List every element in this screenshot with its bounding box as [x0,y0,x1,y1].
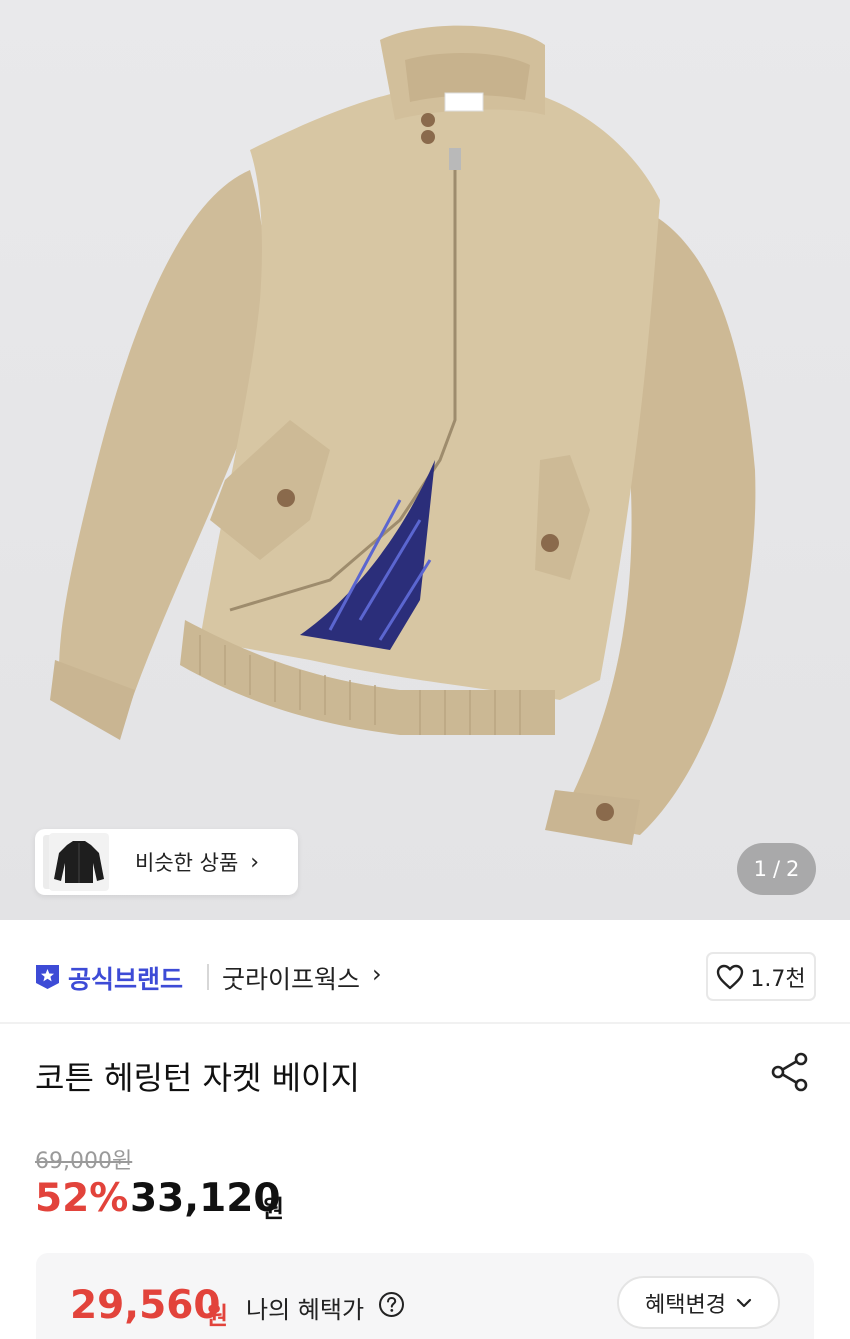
share-icon[interactable] [768,1050,812,1094]
sale-price-unit: 원 [262,1195,285,1223]
product-image [50,25,756,845]
like-count: 1.7천 [750,966,806,992]
discount-rate: 52% [35,1176,129,1221]
benefit-label: 나의 혜택가 [246,1296,365,1324]
pager-separator: / [772,857,781,881]
heart-icon [717,964,744,989]
like-button[interactable]: 1.7천 [706,952,816,1001]
chevron-right-icon[interactable]: › [372,960,382,988]
similar-product-thumbnails [35,829,115,895]
change-benefit-label: 혜택변경 [645,1292,726,1318]
benefit-price-box: 29,560 원 나의 혜택가 혜택변경 [36,1253,814,1339]
original-price: 69,000원 [35,1149,133,1174]
brand-row: 공식브랜드 굿라이프웍스 › 1.7천 [0,928,850,1024]
question-icon[interactable] [378,1291,405,1318]
official-brand-label: 공식브랜드 [68,965,184,994]
product-title: 코튼 헤링턴 자켓 베이지 [35,1059,360,1097]
image-pager-indicator: 1 / 2 [737,843,816,895]
pager-total: 2 [786,857,800,881]
official-brand-badge-icon [36,965,59,989]
sale-price: 33,120 [130,1176,281,1221]
chevron-right-icon: › [250,849,260,875]
brand-name-link[interactable]: 굿라이프웍스 [222,960,360,996]
similar-products-button[interactable]: 비슷한 상품 › [35,829,298,895]
product-image-carousel[interactable]: 비슷한 상품 › 1 / 2 [0,0,850,920]
chevron-down-icon [736,1298,752,1307]
benefit-price-unit: 원 [206,1302,229,1330]
black-jacket-thumbnail [54,841,104,883]
benefit-price: 29,560 [70,1283,221,1328]
pager-current: 1 [753,857,767,881]
similar-products-label: 비슷한 상품 [135,851,239,875]
divider [207,964,209,990]
change-benefit-button[interactable]: 혜택변경 [617,1276,780,1329]
